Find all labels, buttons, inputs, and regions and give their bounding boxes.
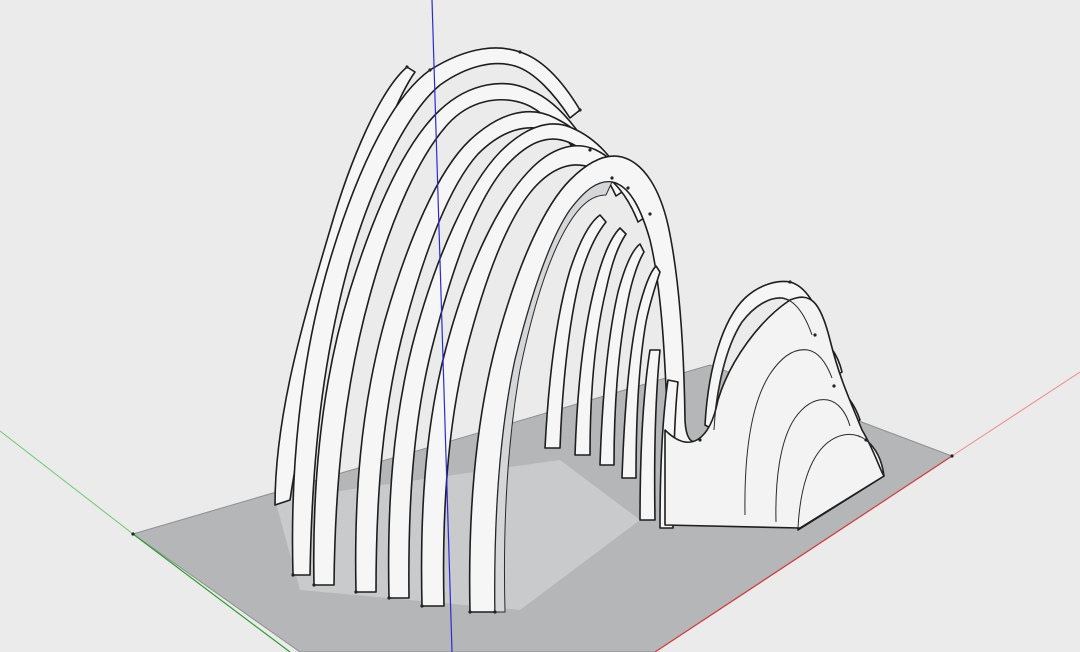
modeling-viewport[interactable] xyxy=(0,0,1080,652)
red-axis xyxy=(951,371,1080,457)
3d-scene[interactable] xyxy=(0,0,1080,652)
green-axis xyxy=(0,430,134,535)
